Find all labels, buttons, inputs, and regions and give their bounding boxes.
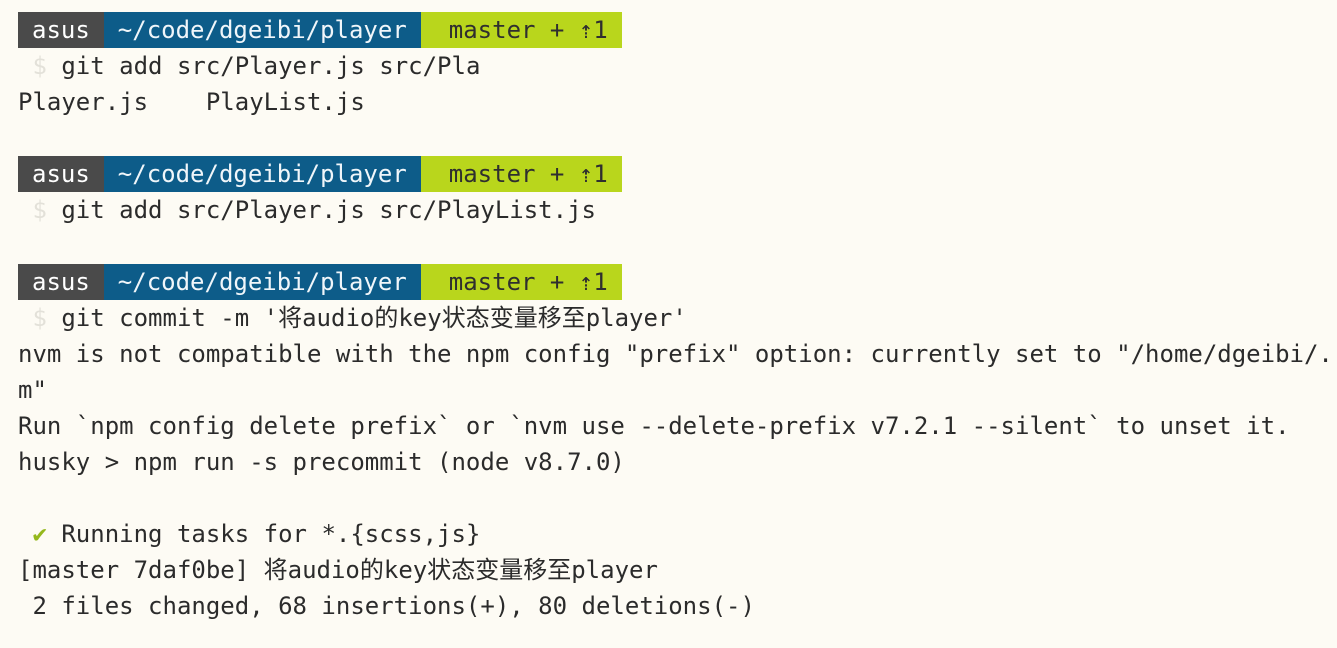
- task-status-text: Running tasks for *.{scss,js}: [61, 520, 481, 548]
- prompt-branch-segment: master + ⇡1: [420, 264, 622, 300]
- check-icon: ✔: [32, 520, 47, 548]
- prompt-symbol: $: [32, 304, 47, 332]
- prompt-user-segment: asus: [18, 156, 104, 192]
- output-line: nvm is not compatible with the npm confi…: [18, 340, 1328, 368]
- output-line: Run `npm config delete prefix` or `nvm u…: [18, 412, 1290, 440]
- output-line: 2 files changed, 68 insertions(+), 80 de…: [18, 592, 755, 620]
- prompt-symbol: $: [32, 196, 47, 224]
- prompt-branch-segment: master + ⇡1: [420, 156, 622, 192]
- prompt-bar: asus ~/code/dgeibi/player master + ⇡1: [18, 156, 1328, 192]
- prompt-symbol: $: [32, 52, 47, 80]
- prompt-user-segment: asus: [18, 264, 104, 300]
- command-line: $ git add src/Player.js src/Pla: [18, 48, 1328, 84]
- output-line: ✔ Running tasks for *.{scss,js}: [18, 516, 1328, 552]
- prompt-branch-segment: master + ⇡1: [420, 12, 622, 48]
- prompt-path-segment: ~/code/dgeibi/player: [103, 264, 421, 300]
- command-line: $ git add src/Player.js src/PlayList.js: [18, 192, 1328, 228]
- output-line: m": [18, 376, 47, 404]
- prompt-path-segment: ~/code/dgeibi/player: [103, 156, 421, 192]
- command-text: git add src/Player.js src/Pla: [61, 52, 481, 80]
- command-text: git add src/Player.js src/PlayList.js: [61, 196, 596, 224]
- output-line: [master 7daf0be] 将audio的key状态变量移至player: [18, 556, 658, 584]
- command-text: git commit -m '将audio的key状态变量移至player': [61, 304, 687, 332]
- prompt-bar: asus ~/code/dgeibi/player master + ⇡1: [18, 264, 1328, 300]
- prompt-bar: asus ~/code/dgeibi/player master + ⇡1: [18, 12, 1328, 48]
- terminal-output[interactable]: asus ~/code/dgeibi/player master + ⇡1 $ …: [18, 12, 1328, 624]
- completion-output: Player.js PlayList.js: [18, 88, 365, 116]
- output-line: husky > npm run -s precommit (node v8.7.…: [18, 448, 625, 476]
- prompt-path-segment: ~/code/dgeibi/player: [103, 12, 421, 48]
- prompt-user-segment: asus: [18, 12, 104, 48]
- command-line: $ git commit -m '将audio的key状态变量移至player': [18, 300, 1328, 336]
